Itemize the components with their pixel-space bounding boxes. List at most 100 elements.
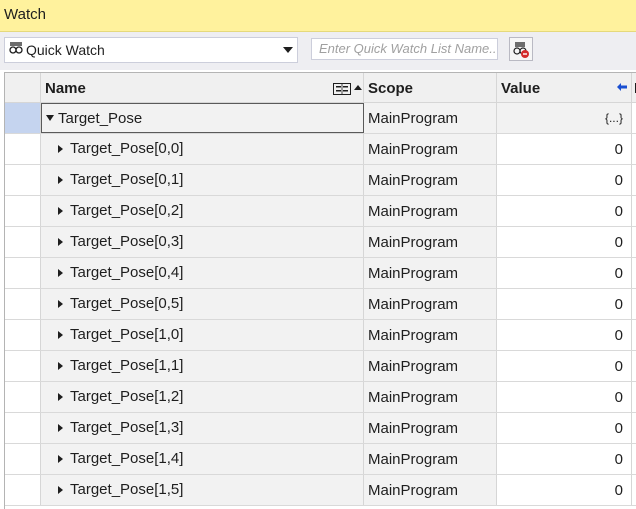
row-selector[interactable] [5,475,41,505]
watch-list-name-input[interactable]: Enter Quick Watch List Name... [311,38,498,60]
row-selector[interactable] [5,165,41,195]
row-scope: MainProgram [368,234,459,251]
row-scope: MainProgram [368,141,459,158]
row-scope: MainProgram [368,296,459,313]
row-selector[interactable] [5,134,41,164]
value-cell[interactable]: 0 [497,475,632,505]
expand-arrow-icon[interactable] [58,393,63,401]
watch-list-combo[interactable]: Quick Watch [4,37,298,63]
header-value-label: Value [501,80,541,97]
scope-cell: MainProgram [364,475,497,505]
watch-title-bar[interactable]: Watch [0,0,636,32]
value-cell[interactable]: 0 [497,196,632,226]
value-cell[interactable]: 0 [497,165,632,195]
row-selector[interactable] [5,320,41,350]
scope-cell: MainProgram [364,444,497,474]
row-selector[interactable] [5,258,41,288]
row-name: Target_Pose[0,4] [70,264,184,281]
expand-arrow-icon[interactable] [58,362,63,370]
header-extra[interactable]: I [632,73,636,102]
watch-toolbar: Quick Watch Enter Quick Watch List Name.… [0,32,636,70]
arrow-left-icon[interactable] [617,83,627,91]
row-selector[interactable] [5,382,41,412]
expand-arrow-icon[interactable] [58,269,63,277]
value-cell[interactable]: 0 [497,413,632,443]
expand-arrow-icon[interactable] [58,455,63,463]
row-value: 0 [614,420,623,437]
grid-header: Name Scope Value I [5,73,636,103]
name-cell[interactable]: Target_Pose[1,1] [41,351,364,381]
row-scope: MainProgram [368,482,459,499]
row-name: Target_Pose[1,3] [70,419,184,436]
table-row[interactable]: Target_Pose[1,1] MainProgram 0 [5,351,636,382]
name-cell[interactable]: Target_Pose[0,5] [41,289,364,319]
column-chooser-icon[interactable] [333,83,351,95]
row-value: 0 [614,389,623,406]
expand-arrow-icon[interactable] [58,207,63,215]
expand-arrow-icon[interactable] [58,145,63,153]
value-cell[interactable]: 0 [497,320,632,350]
name-cell[interactable]: Target_Pose[1,2] [41,382,364,412]
table-row[interactable]: Target_Pose[0,0] MainProgram 0 [5,134,636,165]
scope-cell: MainProgram [364,196,497,226]
name-cell[interactable]: Target_Pose[1,3] [41,413,364,443]
row-value: 0 [614,265,623,282]
table-row[interactable]: Target_Pose[1,0] MainProgram 0 [5,320,636,351]
row-selector[interactable] [5,196,41,226]
name-cell[interactable]: Target_Pose [41,103,364,133]
table-row[interactable]: Target_Pose MainProgram {...} [5,103,636,134]
expand-arrow-icon[interactable] [58,238,63,246]
table-row[interactable]: Target_Pose[0,5] MainProgram 0 [5,289,636,320]
row-scope: MainProgram [368,451,459,468]
scope-cell: MainProgram [364,103,497,133]
row-scope: MainProgram [368,172,459,189]
value-cell[interactable]: 0 [497,351,632,381]
table-row[interactable]: Target_Pose[0,1] MainProgram 0 [5,165,636,196]
value-cell[interactable]: 0 [497,227,632,257]
value-cell[interactable]: 0 [497,444,632,474]
table-row[interactable]: Target_Pose[1,5] MainProgram 0 [5,475,636,506]
row-name: Target_Pose[0,2] [70,202,184,219]
table-row[interactable]: Target_Pose[1,4] MainProgram 0 [5,444,636,475]
table-row[interactable]: Target_Pose[1,2] MainProgram 0 [5,382,636,413]
row-selector[interactable] [5,227,41,257]
chevron-down-icon[interactable] [283,47,293,53]
table-row[interactable]: Target_Pose[0,2] MainProgram 0 [5,196,636,227]
value-cell[interactable]: 0 [497,289,632,319]
header-name-label: Name [45,80,86,97]
row-name: Target_Pose[0,3] [70,233,184,250]
name-cell[interactable]: Target_Pose[1,4] [41,444,364,474]
header-scope[interactable]: Scope [364,73,497,102]
expand-arrow-icon[interactable] [58,176,63,184]
expand-arrow-icon[interactable] [58,486,63,494]
sort-ascending-icon[interactable] [354,85,362,90]
value-cell[interactable]: 0 [497,382,632,412]
name-cell[interactable]: Target_Pose[0,2] [41,196,364,226]
add-watch-list-button[interactable] [509,37,533,61]
name-cell[interactable]: Target_Pose[1,5] [41,475,364,505]
value-cell[interactable]: {...} [497,103,632,133]
row-selector[interactable] [5,103,41,133]
row-selector[interactable] [5,289,41,319]
row-value: 0 [614,296,623,313]
name-cell[interactable]: Target_Pose[0,3] [41,227,364,257]
expand-arrow-icon[interactable] [58,424,63,432]
table-row[interactable]: Target_Pose[0,4] MainProgram 0 [5,258,636,289]
row-selector[interactable] [5,351,41,381]
name-cell[interactable]: Target_Pose[0,4] [41,258,364,288]
header-name[interactable]: Name [41,73,364,102]
value-cell[interactable]: 0 [497,258,632,288]
name-cell[interactable]: Target_Pose[1,0] [41,320,364,350]
row-selector[interactable] [5,444,41,474]
name-cell[interactable]: Target_Pose[0,0] [41,134,364,164]
expand-arrow-icon[interactable] [58,331,63,339]
row-scope: MainProgram [368,327,459,344]
table-row[interactable]: Target_Pose[0,3] MainProgram 0 [5,227,636,258]
expand-arrow-icon[interactable] [58,300,63,308]
header-value[interactable]: Value [497,73,632,102]
table-row[interactable]: Target_Pose[1,3] MainProgram 0 [5,413,636,444]
row-selector[interactable] [5,413,41,443]
collapse-arrow-icon[interactable] [46,115,54,121]
name-cell[interactable]: Target_Pose[0,1] [41,165,364,195]
value-cell[interactable]: 0 [497,134,632,164]
